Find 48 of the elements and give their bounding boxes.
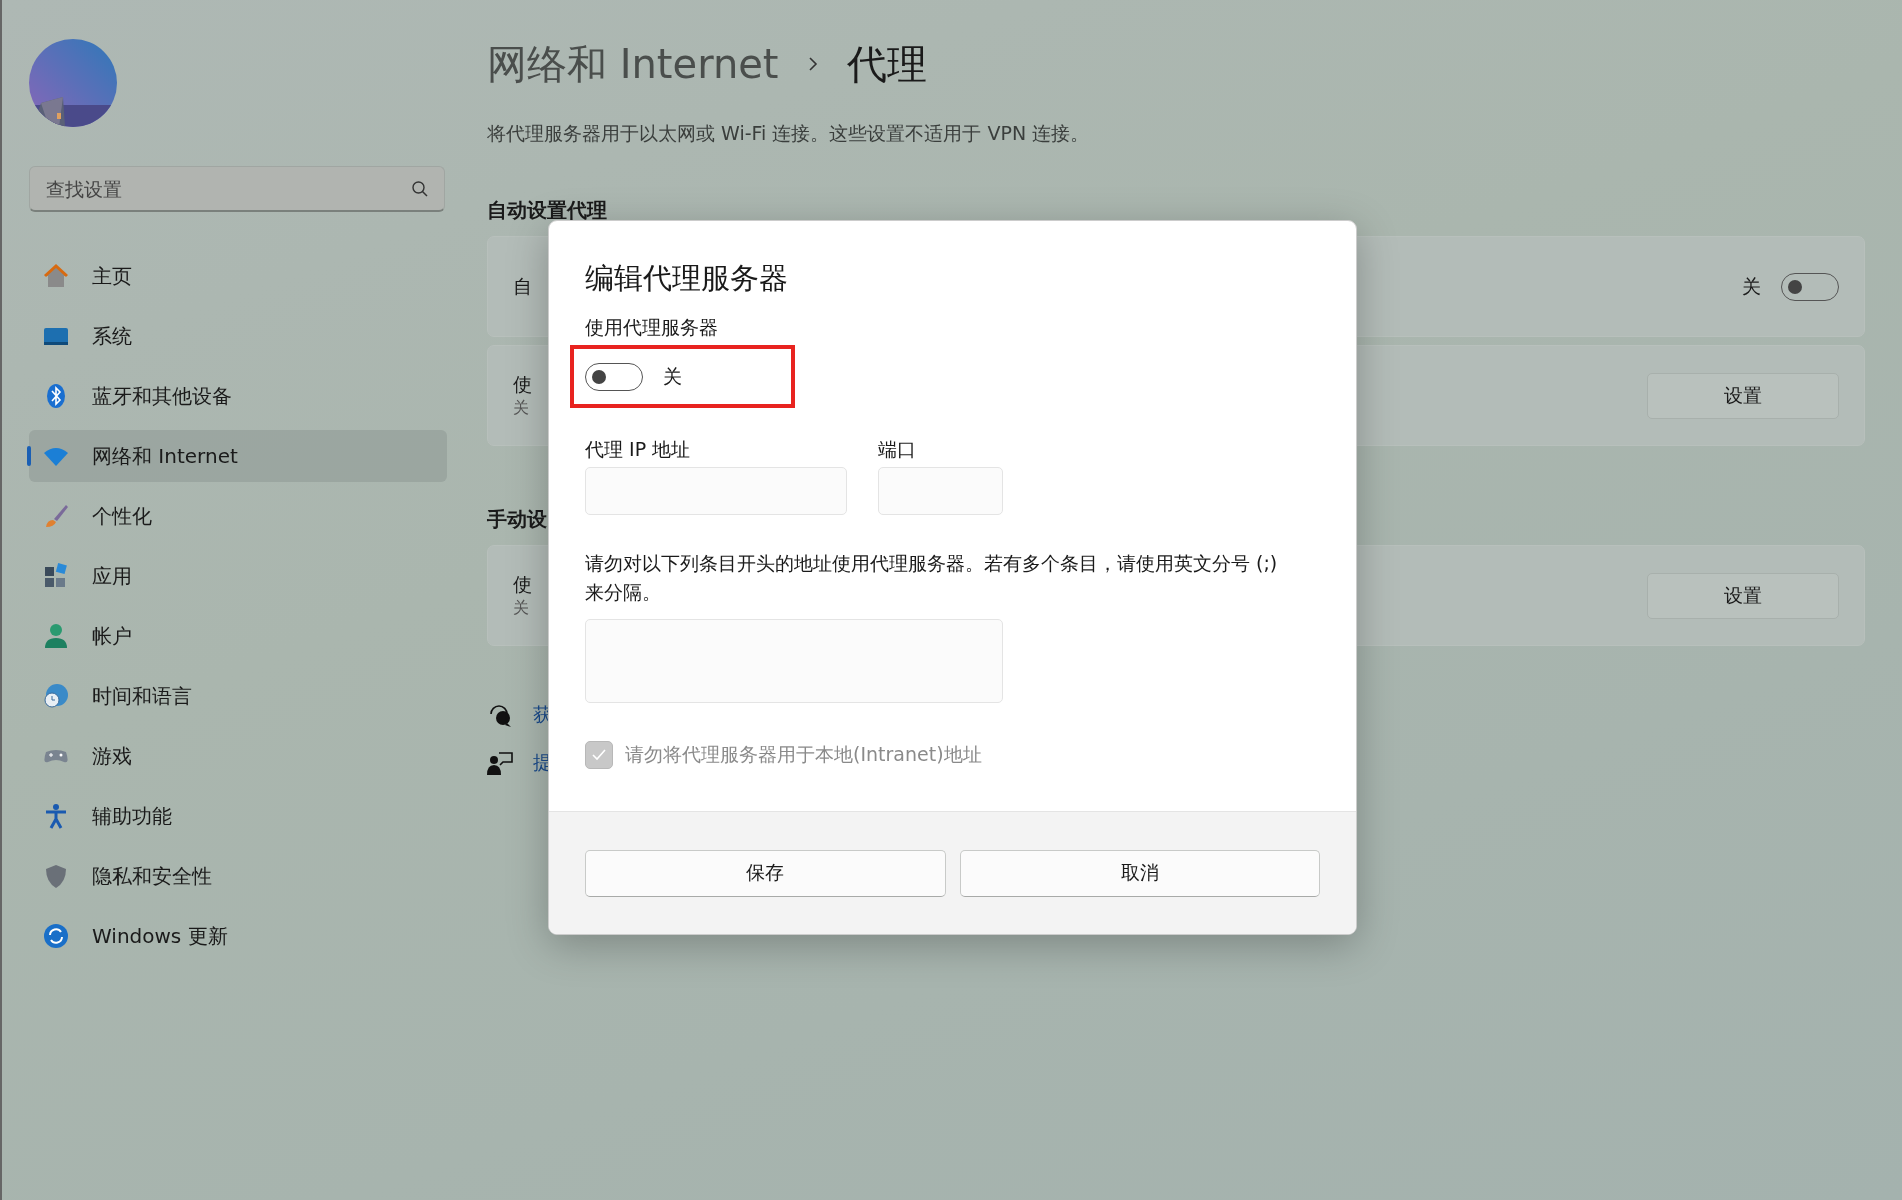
- setting-title: 自: [513, 273, 532, 299]
- port-field[interactable]: [878, 467, 1003, 515]
- apps-icon: [42, 562, 70, 590]
- nav-item[interactable]: 蓝牙和其他设备: [29, 370, 447, 422]
- feedback-icon: [487, 750, 513, 776]
- nav-item[interactable]: 帐户: [29, 610, 447, 662]
- chevron-icon: [806, 55, 819, 73]
- nav-item[interactable]: 应用: [29, 550, 447, 602]
- section-heading: 自动设置代理: [487, 197, 608, 224]
- field-label: 代理 IP 地址: [585, 437, 692, 462]
- person-icon: [42, 622, 70, 650]
- dialog-button[interactable]: 保存: [585, 849, 946, 897]
- setup-button[interactable]: 设置: [1647, 372, 1839, 419]
- search-icon: [411, 180, 429, 198]
- checkmark-icon: [592, 749, 606, 761]
- page-title[interactable]: 网络和 Internet: [487, 36, 779, 92]
- nav-item[interactable]: 个性化: [29, 490, 447, 542]
- setting-subtitle: 关: [513, 598, 530, 619]
- toggle-state: 关: [1742, 273, 1761, 299]
- globe-clock-icon: [42, 682, 70, 710]
- exceptions-description: 请勿对以下列条目开头的地址使用代理服务器。若有多个条目，请使用英文分号 (;) 来分隔。: [585, 551, 1279, 605]
- field-label: 使用代理服务器: [585, 315, 719, 340]
- page-title: 代理: [846, 39, 927, 89]
- home-icon: [42, 262, 70, 290]
- help-icon: [487, 702, 513, 728]
- nav-item[interactable]: 主页: [29, 250, 447, 302]
- setting-title: 使: [513, 572, 532, 597]
- nav-item[interactable]: 系统: [29, 310, 447, 362]
- dialog-title: 编辑代理服务器: [585, 260, 789, 297]
- nav-item[interactable]: 隐私和安全性: [29, 850, 447, 902]
- setting-subtitle: 关: [513, 398, 530, 419]
- nav-item[interactable]: Windows 更新: [29, 910, 447, 962]
- nav-item[interactable]: 时间和语言: [29, 670, 447, 722]
- search-field[interactable]: 查找设置: [29, 166, 445, 212]
- dialog-button[interactable]: 取消: [959, 849, 1320, 897]
- nav-item[interactable]: 网络和 Internet: [29, 430, 447, 482]
- checkbox-label: 请勿将代理服务器用于本地(Intranet)地址: [625, 742, 982, 767]
- setting-title: 使: [513, 372, 532, 397]
- setup-button[interactable]: 设置: [1647, 572, 1839, 619]
- nav-item[interactable]: 辅助功能: [29, 790, 447, 842]
- exceptions-field[interactable]: [585, 619, 1003, 703]
- update-icon: [42, 922, 70, 950]
- section-heading: 手动设: [487, 506, 548, 533]
- field-label: 端口: [878, 437, 917, 462]
- nav-item[interactable]: 游戏: [29, 730, 447, 782]
- ip-address-field[interactable]: [585, 467, 847, 515]
- toggle-state: 关: [663, 364, 682, 389]
- page-description: 将代理服务器用于以太网或 Wi-Fi 连接。这些设置不适用于 VPN 连接。: [487, 121, 1091, 146]
